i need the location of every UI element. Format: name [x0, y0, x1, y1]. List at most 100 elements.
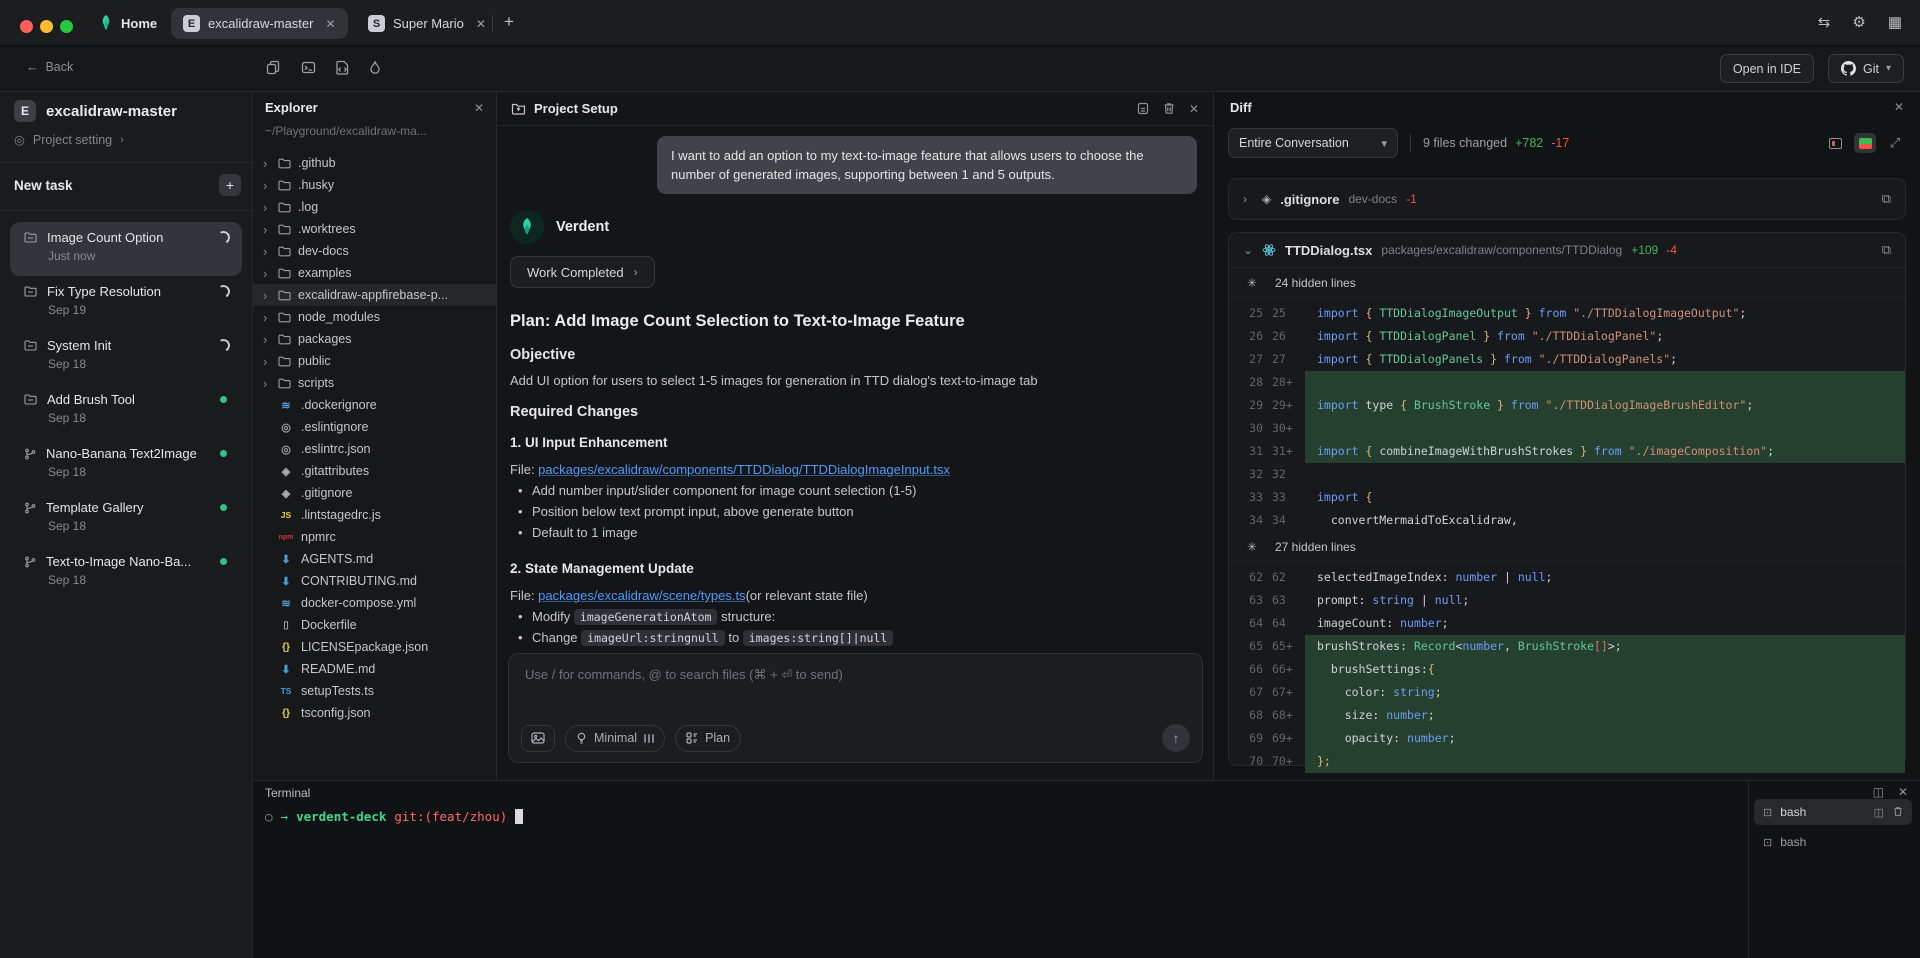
task-item[interactable]: System InitSep 18 — [10, 330, 242, 384]
chevron-down-icon[interactable]: ⌄ — [1243, 243, 1253, 257]
tree-folder[interactable]: ›public — [253, 350, 496, 372]
chevron-down-icon: ▾ — [1381, 137, 1387, 150]
tree-file[interactable]: {}tsconfig.json — [253, 702, 496, 724]
tree-folder[interactable]: ›excalidraw-appfirebase-p... — [253, 284, 496, 306]
tree-file[interactable]: ⬇AGENTS.md — [253, 548, 496, 570]
tree-folder[interactable]: ›dev-docs — [253, 240, 496, 262]
tree-file[interactable]: ⬇CONTRIBUTING.md — [253, 570, 496, 592]
expand-view-icon[interactable]: ⤢ — [1884, 133, 1906, 153]
chevron-right-icon[interactable]: › — [1243, 192, 1253, 206]
explorer-title: Explorer — [265, 100, 318, 115]
diff-code-line: 2828+ — [1229, 371, 1905, 394]
tree-file[interactable]: ◎.eslintrc.json — [253, 438, 496, 460]
tree-file[interactable]: ⬇README.md — [253, 658, 496, 680]
trash-icon[interactable] — [1163, 102, 1175, 115]
task-item[interactable]: Text-to-Image Nano-Ba...Sep 18 — [10, 546, 242, 600]
tab-close-icon[interactable]: ✕ — [476, 17, 486, 31]
tree-folder[interactable]: ›.worktrees — [253, 218, 496, 240]
minimize-window-button[interactable] — [40, 20, 53, 33]
tree-file[interactable]: ◎.eslintignore — [253, 416, 496, 438]
diff-code-line: 2626import { TTDDialogPanel } from "./TT… — [1229, 325, 1905, 348]
diff-file-card-gitignore[interactable]: › ◈ .gitignore dev-docs -1 ⧉ — [1228, 178, 1906, 220]
flame-icon[interactable] — [369, 60, 381, 75]
zoom-window-button[interactable] — [60, 20, 73, 33]
tree-file[interactable]: {}LICENSEpackage.json — [253, 636, 496, 658]
chevron-right-icon: › — [263, 200, 271, 215]
tree-file[interactable]: JS.lintstagedrc.js — [253, 504, 496, 526]
export-icon[interactable] — [1137, 102, 1149, 115]
add-task-button[interactable]: + — [219, 174, 241, 196]
file-code-icon[interactable] — [336, 60, 349, 75]
git-button[interactable]: Git ▾ — [1828, 54, 1904, 83]
tree-file[interactable]: ▯Dockerfile — [253, 614, 496, 636]
work-completed-pill[interactable]: Work Completed › — [510, 256, 655, 288]
tree-folder[interactable]: ›examples — [253, 262, 496, 284]
terminal-icon[interactable] — [301, 60, 316, 75]
scope-selector[interactable]: Entire Conversation ▾ — [1228, 128, 1398, 158]
task-item[interactable]: Nano-Banana Text2ImageSep 18 — [10, 438, 242, 492]
apps-grid-icon[interactable]: ▦ — [1888, 13, 1902, 31]
back-button[interactable]: ← Back — [26, 60, 73, 74]
diff-file-header[interactable]: ⌄ TTDDialog.tsx packages/excalidraw/comp… — [1229, 233, 1905, 267]
close-icon[interactable]: ✕ — [1898, 785, 1908, 799]
hidden-lines-row[interactable]: ✳24 hidden lines — [1229, 268, 1905, 298]
tree-file[interactable]: ◈.gitattributes — [253, 460, 496, 482]
composer[interactable]: Use / for commands, @ to search files (⌘… — [508, 653, 1203, 763]
send-button[interactable]: ↑ — [1162, 724, 1190, 752]
mode-minimal-button[interactable]: Minimal — [565, 725, 665, 752]
tree-file[interactable]: npmnpmrc — [253, 526, 496, 548]
mode-plan-button[interactable]: Plan — [675, 725, 741, 752]
chevron-right-icon: › — [263, 376, 271, 391]
plan-section-heading: 1. UI Input Enhancement — [510, 435, 1200, 450]
task-item[interactable]: Image Count OptionJust now — [10, 222, 242, 276]
task-item[interactable]: Fix Type ResolutionSep 19 — [10, 276, 242, 330]
task-title: System Init — [47, 338, 207, 353]
tab-super-mario[interactable]: S Super Mario ✕ — [356, 8, 498, 39]
close-icon[interactable]: ✕ — [1189, 102, 1199, 116]
close-icon[interactable]: ✕ — [1894, 100, 1904, 114]
tree-folder[interactable]: ›.log — [253, 196, 496, 218]
home-button[interactable]: Home — [98, 12, 157, 34]
trash-icon[interactable] — [1893, 806, 1903, 819]
gear-icon[interactable]: ⚙ — [1852, 13, 1865, 31]
unified-view-icon[interactable] — [1854, 133, 1876, 153]
tab-excalidraw-master[interactable]: E excalidraw-master ✕ — [171, 8, 348, 39]
tree-file[interactable]: ≋.dockerignore — [253, 394, 496, 416]
attach-image-button[interactable] — [521, 725, 555, 752]
project-setting-button[interactable]: ◎ Project setting › — [14, 132, 124, 147]
tree-folder[interactable]: ›scripts — [253, 372, 496, 394]
file-link[interactable]: packages/excalidraw/scene/types.ts — [538, 588, 745, 603]
tree-folder[interactable]: ›packages — [253, 328, 496, 350]
file-link[interactable]: packages/excalidraw/components/TTDDialog… — [538, 462, 950, 477]
diff-code-line: 6969+ opacity: number; — [1229, 727, 1905, 750]
tab-close-icon[interactable]: ✕ — [325, 17, 335, 31]
close-icon[interactable]: ✕ — [474, 101, 484, 115]
plan-bullet: Default to 1 image — [510, 525, 1200, 546]
task-item[interactable]: Template GallerySep 18 — [10, 492, 242, 546]
diff-code-line: 3030+ — [1229, 417, 1905, 440]
tree-file[interactable]: ≋docker-compose.yml — [253, 592, 496, 614]
chat-scroll-area[interactable]: I want to add an option to my text-to-im… — [497, 126, 1213, 653]
task-item[interactable]: Add Brush ToolSep 18 — [10, 384, 242, 438]
tree-file[interactable]: ◈.gitignore — [253, 482, 496, 504]
tree-folder[interactable]: ›.husky — [253, 174, 496, 196]
open-file-icon[interactable]: ⧉ — [1882, 242, 1891, 258]
expand-lines-icon[interactable]: ✳ — [1229, 276, 1275, 290]
terminal-tab-bash[interactable]: ⊡bash◫ — [1754, 799, 1912, 825]
split-icon[interactable]: ◫ — [1874, 806, 1884, 819]
split-terminal-icon[interactable]: ◫ — [1873, 785, 1884, 799]
hidden-lines-row[interactable]: ✳27 hidden lines — [1229, 532, 1905, 562]
tree-folder[interactable]: ›node_modules — [253, 306, 496, 328]
close-window-button[interactable] — [20, 20, 33, 33]
open-file-icon[interactable]: ⧉ — [1882, 191, 1891, 207]
terminal-tab-bash[interactable]: ⊡bash — [1754, 829, 1912, 855]
tree-file[interactable]: TSsetupTests.ts — [253, 680, 496, 702]
copy-files-icon[interactable] — [266, 60, 281, 75]
new-tab-button[interactable]: + — [504, 12, 514, 32]
screen-share-icon[interactable]: ⇆ — [1818, 13, 1831, 31]
open-in-ide-button[interactable]: Open in IDE — [1720, 54, 1814, 83]
terminal-prompt[interactable]: ○ → verdent-deck git:(feat/zhou) — [265, 809, 523, 824]
tree-folder[interactable]: ›.github — [253, 152, 496, 174]
expand-lines-icon[interactable]: ✳ — [1229, 540, 1275, 554]
split-view-icon[interactable] — [1824, 133, 1846, 153]
